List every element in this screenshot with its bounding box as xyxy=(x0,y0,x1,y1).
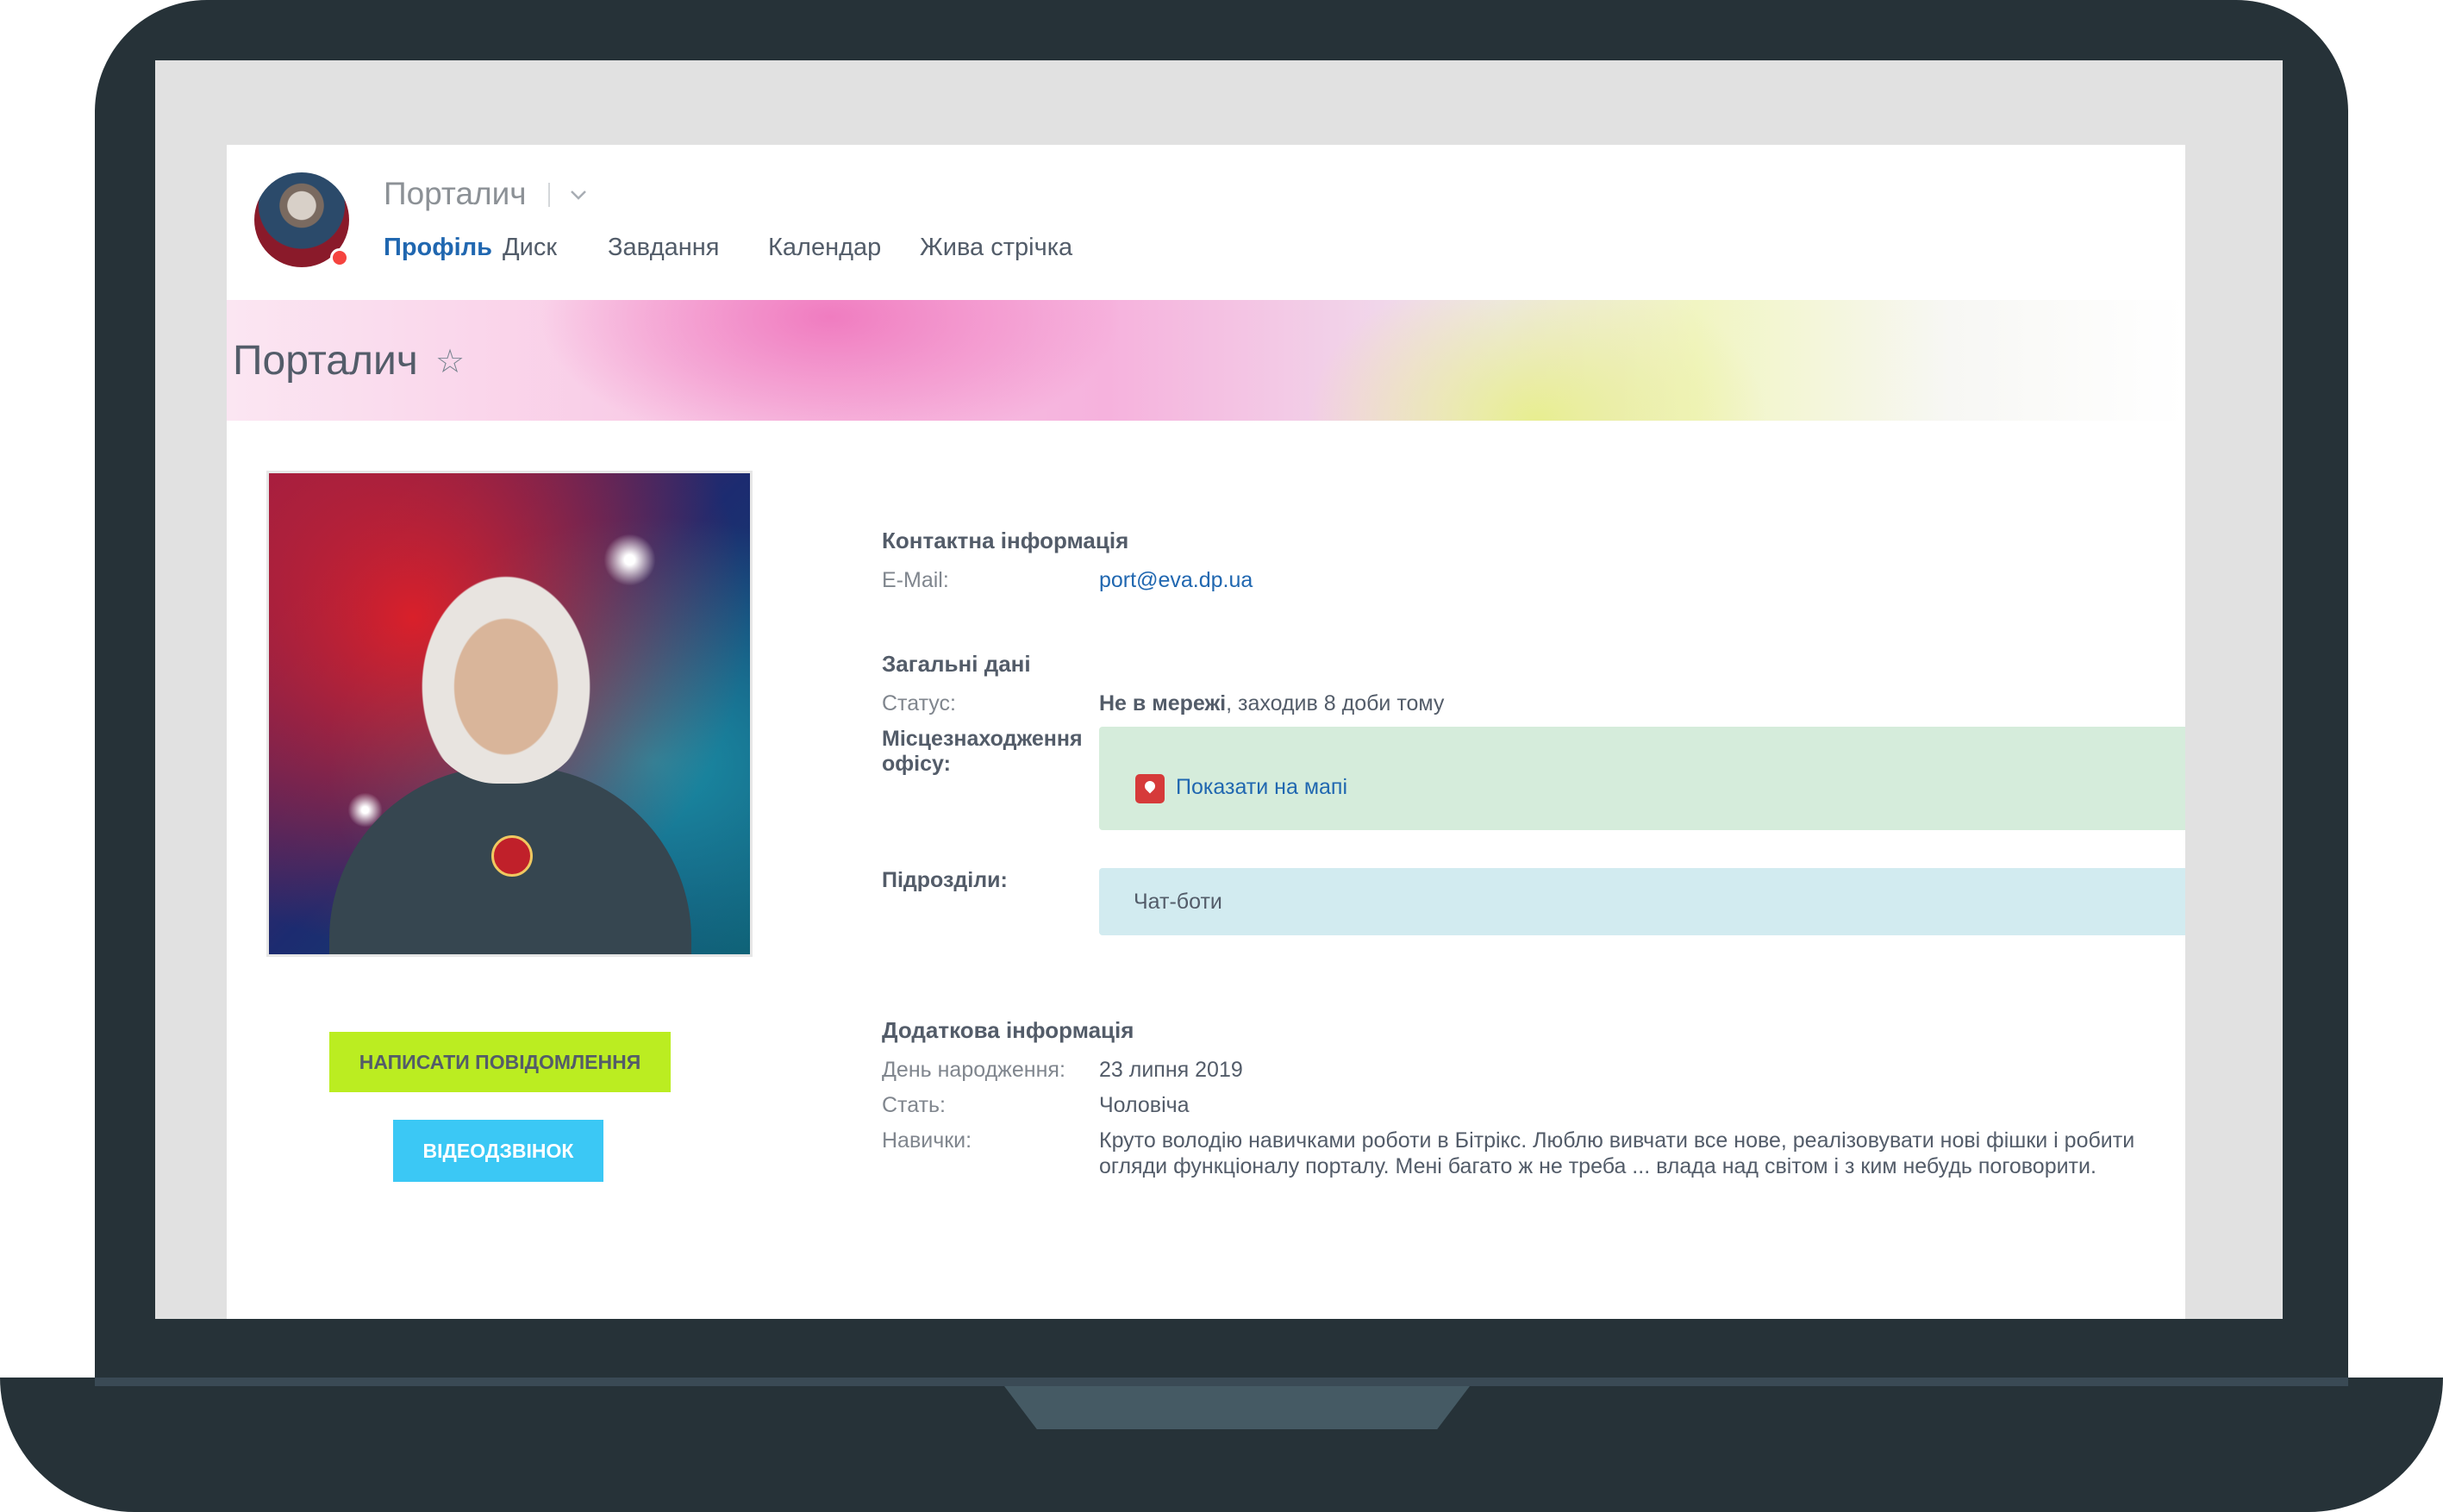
laptop-notch xyxy=(1004,1386,1470,1429)
skills-label: Навички: xyxy=(882,1128,972,1153)
show-on-map-link[interactable]: Показати на мапі xyxy=(1176,775,1347,800)
status-value: Не в мережі, заходив 8 доби тому xyxy=(1099,691,1444,716)
map-pin-icon[interactable] xyxy=(1135,774,1165,803)
general-heading: Загальні дані xyxy=(882,651,1031,677)
email-label: E-Mail: xyxy=(882,568,949,592)
tab-live-feed[interactable]: Жива стрічка xyxy=(920,234,1072,262)
status-offline: Не в мережі xyxy=(1099,691,1227,715)
gender-value: Чоловіча xyxy=(1099,1093,1190,1117)
contact-heading: Контактна інформація xyxy=(882,528,1129,553)
laptop-screen: Порталич Профіль Диск Завдання Календар … xyxy=(155,60,2283,1319)
chevron-down-icon[interactable] xyxy=(568,184,589,205)
office-label: Місцезнаходження офісу: xyxy=(882,727,1083,777)
tab-tasks[interactable]: Завдання xyxy=(608,234,720,262)
office-label-line2: офісу: xyxy=(882,752,951,776)
star-icon[interactable]: ☆ xyxy=(435,342,465,381)
tab-profile[interactable]: Профіль xyxy=(384,234,492,262)
profile-page: Порталич Профіль Диск Завдання Календар … xyxy=(227,145,2185,1319)
header-title[interactable]: Порталич xyxy=(384,176,527,212)
gender-label: Стать: xyxy=(882,1093,946,1117)
video-call-button[interactable]: Відеодзвінок xyxy=(393,1120,603,1182)
profile-photo xyxy=(266,471,753,957)
photo-atom xyxy=(491,835,533,877)
write-message-button[interactable]: Написати повідомлення xyxy=(329,1032,671,1092)
photo-figure-head xyxy=(415,568,597,784)
office-location-box: Показати на мапі xyxy=(1099,727,2185,830)
skills-value: Круто володію навичками роботи в Бітрікс… xyxy=(1099,1128,2135,1178)
tab-calendar[interactable]: Календар xyxy=(768,234,881,262)
tab-disk[interactable]: Диск xyxy=(503,234,557,262)
page-title: Порталич xyxy=(233,338,418,384)
departments-label: Підрозділи: xyxy=(882,868,1008,892)
email-link[interactable]: port@eva.dp.ua xyxy=(1099,568,1253,593)
birthday-label: День народження: xyxy=(882,1058,1065,1082)
birthday-value: 23 липня 2019 xyxy=(1099,1058,1243,1082)
status-dot-icon xyxy=(330,248,349,267)
department-item[interactable]: Чат-боти xyxy=(1134,890,1222,915)
profile-banner xyxy=(227,300,2185,421)
departments-box: Чат-боти xyxy=(1099,868,2185,935)
title-separator xyxy=(548,183,550,207)
status-label: Статус: xyxy=(882,691,956,715)
extra-heading: Додаткова інформація xyxy=(882,1017,1134,1043)
laptop-hinge xyxy=(95,1378,2348,1386)
office-label-line1: Місцезнаходження xyxy=(882,727,1083,751)
status-last-seen: , заходив 8 доби тому xyxy=(1226,691,1445,715)
